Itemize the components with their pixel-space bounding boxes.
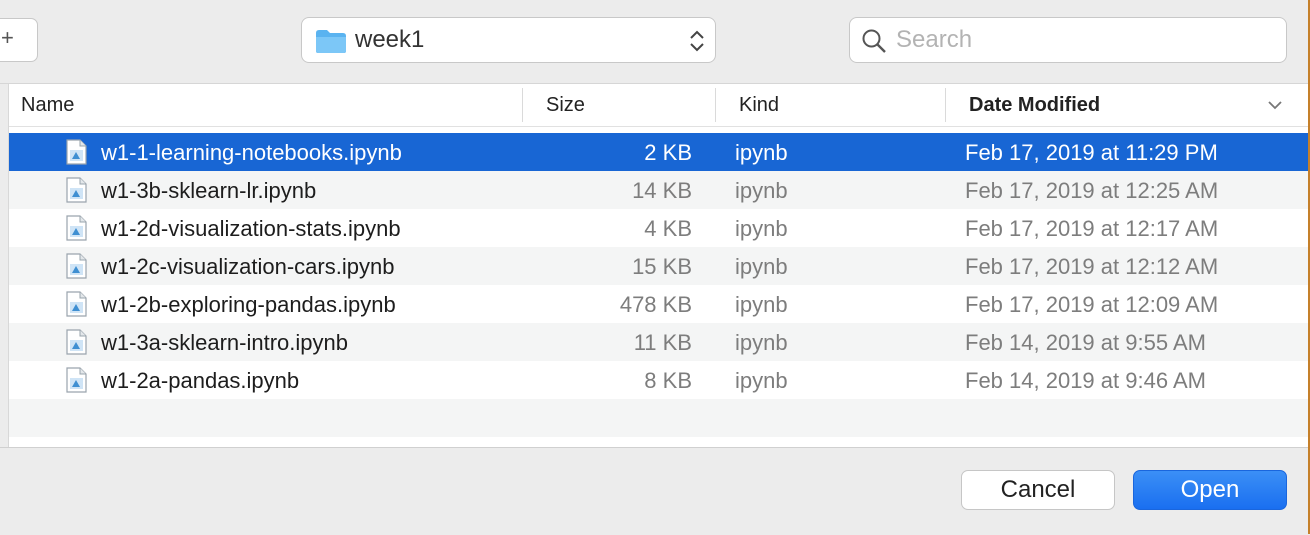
file-row[interactable]: w1-2a-pandas.ipynb 8 KB ipynb Feb 14, 2019 … (9, 361, 1309, 399)
file-date-modified: Feb 14, 2019 at 9:46 AM (965, 368, 1206, 393)
file-size: 478 KB (619, 292, 692, 317)
file-list: Name Size Kind Date Modified w1-1-learni… (8, 84, 1309, 447)
location-popup[interactable]: week1 (301, 17, 716, 63)
file-name: w1-2d-visualization-stats.ipynb (101, 216, 401, 241)
search-icon (862, 29, 886, 53)
ipynb-file-icon (65, 215, 87, 247)
new-folder-button[interactable]: + (0, 18, 38, 62)
chevron-up-down-icon (690, 30, 704, 52)
file-date-modified: Feb 17, 2019 at 12:17 AM (965, 216, 1219, 241)
file-name: w1-2c-visualization-cars.ipynb (101, 254, 395, 279)
file-row[interactable]: w1-3a-sklearn-intro.ipynb 11 KB ipynb Feb 1… (9, 323, 1309, 361)
empty-row (9, 399, 1309, 437)
sort-chevron-icon[interactable] (1267, 97, 1283, 113)
file-size: 14 KB (632, 178, 692, 203)
ipynb-file-icon (65, 177, 87, 209)
file-kind: ipynb (735, 178, 788, 203)
folder-icon (316, 30, 346, 53)
file-size: 2 KB (644, 140, 692, 165)
file-kind: ipynb (735, 140, 788, 165)
file-date-modified: Feb 17, 2019 at 12:12 AM (965, 254, 1219, 279)
ipynb-file-icon (65, 329, 87, 361)
file-rows: w1-1-learning-notebooks.ipynb 2 KB ipynb Fe… (9, 133, 1309, 475)
location-label: week1 (355, 26, 425, 53)
column-header: Name Size Kind Date Modified (9, 84, 1309, 127)
button-bar: Cancel Open (0, 447, 1308, 535)
file-kind: ipynb (735, 292, 788, 317)
file-row[interactable]: w1-2b-exploring-pandas.ipynb 478 KB ipynb F… (9, 285, 1309, 323)
column-separator (945, 88, 946, 122)
file-date-modified: Feb 17, 2019 at 12:09 AM (965, 292, 1219, 317)
file-row[interactable]: w1-3b-sklearn-lr.ipynb 14 KB ipynb Feb 17, … (9, 171, 1309, 209)
file-size: 8 KB (644, 368, 692, 393)
file-size: 15 KB (632, 254, 692, 279)
file-kind: ipynb (735, 254, 788, 279)
file-row[interactable]: w1-2d-visualization-stats.ipynb 4 KB ipynb… (9, 209, 1309, 247)
search-field[interactable] (849, 17, 1287, 63)
file-date-modified: Feb 14, 2019 at 9:55 AM (965, 330, 1206, 355)
column-name[interactable]: Name (21, 84, 74, 126)
file-kind: ipynb (735, 368, 788, 393)
toolbar: + week1 (0, 0, 1310, 84)
file-kind: ipynb (735, 216, 788, 241)
file-name: w1-1-learning-notebooks.ipynb (101, 140, 402, 165)
search-input[interactable] (896, 24, 1276, 56)
column-separator (522, 88, 523, 122)
new-folder-icon: + (1, 25, 14, 50)
file-name: w1-2b-exploring-pandas.ipynb (101, 292, 396, 317)
column-date-modified[interactable]: Date Modified (969, 84, 1100, 126)
cancel-button[interactable]: Cancel (961, 470, 1115, 510)
file-row[interactable]: w1-2c-visualization-cars.ipynb 15 KB ipynb… (9, 247, 1309, 285)
column-separator (715, 88, 716, 122)
column-size[interactable]: Size (546, 84, 585, 126)
file-name: w1-3a-sklearn-intro.ipynb (101, 330, 348, 355)
file-size: 4 KB (644, 216, 692, 241)
file-size: 11 KB (633, 330, 692, 355)
column-kind[interactable]: Kind (739, 84, 779, 126)
file-kind: ipynb (735, 330, 788, 355)
ipynb-file-icon (65, 367, 87, 399)
file-name: w1-2a-pandas.ipynb (101, 368, 300, 393)
file-row[interactable]: w1-1-learning-notebooks.ipynb 2 KB ipynb Fe… (9, 133, 1309, 171)
ipynb-file-icon (65, 291, 87, 323)
file-name: w1-3b-sklearn-lr.ipynb (101, 178, 317, 203)
file-date-modified: Feb 17, 2019 at 11:29 PM (965, 140, 1218, 165)
ipynb-file-icon (65, 253, 87, 285)
open-button[interactable]: Open (1133, 470, 1287, 510)
file-date-modified: Feb 17, 2019 at 12:25 AM (965, 178, 1219, 203)
ipynb-file-icon (65, 139, 87, 171)
